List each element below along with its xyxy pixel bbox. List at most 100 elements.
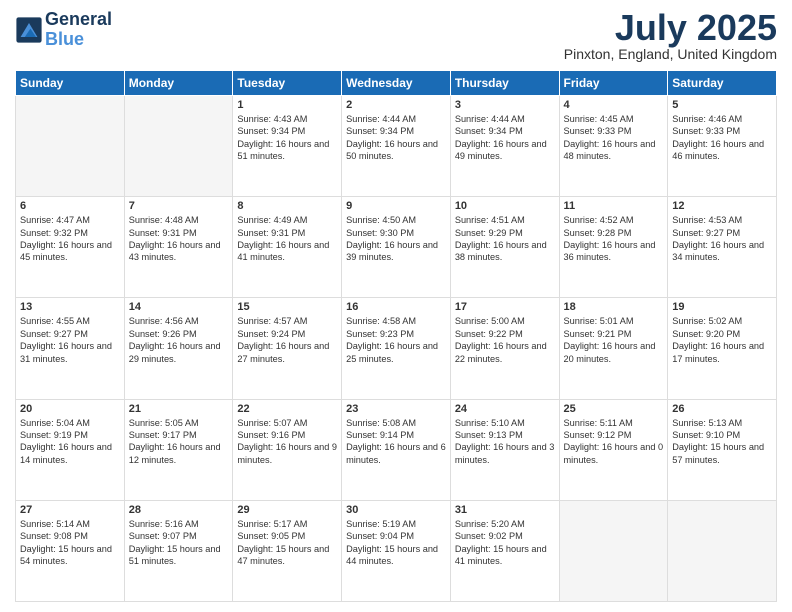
cell-info: Sunrise: 4:44 AM Sunset: 9:34 PM Dayligh… [455, 113, 555, 163]
cell-info: Sunrise: 4:46 AM Sunset: 9:33 PM Dayligh… [672, 113, 772, 163]
cell-info: Sunrise: 5:17 AM Sunset: 9:05 PM Dayligh… [237, 518, 337, 568]
page: General Blue July 2025 Pinxton, England,… [0, 0, 792, 612]
calendar-cell: 26 Sunrise: 5:13 AM Sunset: 9:10 PM Dayli… [668, 399, 777, 500]
calendar-cell: 20Sunrise: 5:04 AM Sunset: 9:19 PM Dayli… [16, 399, 125, 500]
logo-line1: General [45, 10, 112, 30]
cell-info: Sunrise: 5:10 AM Sunset: 9:13 PM Dayligh… [455, 417, 555, 467]
calendar-cell: 16 Sunrise: 4:58 AM Sunset: 9:23 PM Dayli… [342, 298, 451, 399]
cell-info: Sunrise: 5:14 AM Sunset: 9:08 PM Dayligh… [20, 518, 120, 568]
calendar-cell: 10 Sunrise: 4:51 AM Sunset: 9:29 PM Dayli… [450, 197, 559, 298]
day-number: 24 [455, 403, 555, 415]
calendar-cell: 7 Sunrise: 4:48 AM Sunset: 9:31 PM Daylig… [124, 197, 233, 298]
calendar-cell: 21 Sunrise: 5:05 AM Sunset: 9:17 PM Dayli… [124, 399, 233, 500]
cell-info: Sunrise: 5:02 AM Sunset: 9:20 PM Dayligh… [672, 315, 772, 365]
day-number: 3 [455, 99, 555, 111]
calendar-cell: 22 Sunrise: 5:07 AM Sunset: 9:16 PM Dayli… [233, 399, 342, 500]
logo-line2: Blue [45, 29, 84, 49]
calendar-cell: 5 Sunrise: 4:46 AM Sunset: 9:33 PM Daylig… [668, 96, 777, 197]
cell-info: Sunrise: 4:52 AM Sunset: 9:28 PM Dayligh… [564, 214, 664, 264]
cell-info: Sunrise: 4:50 AM Sunset: 9:30 PM Dayligh… [346, 214, 446, 264]
calendar-cell: 18 Sunrise: 5:01 AM Sunset: 9:21 PM Dayli… [559, 298, 668, 399]
cell-info: Sunrise: 5:16 AM Sunset: 9:07 PM Dayligh… [129, 518, 229, 568]
cell-info: Sunrise: 5:05 AM Sunset: 9:17 PM Dayligh… [129, 417, 229, 467]
cell-info: Sunrise: 4:51 AM Sunset: 9:29 PM Dayligh… [455, 214, 555, 264]
calendar-cell: 24 Sunrise: 5:10 AM Sunset: 9:13 PM Dayli… [450, 399, 559, 500]
day-number: 16 [346, 301, 446, 313]
day-number: 5 [672, 99, 772, 111]
day-number: 8 [237, 200, 337, 212]
calendar-cell: 15Sunrise: 4:57 AM Sunset: 9:24 PM Dayli… [233, 298, 342, 399]
cell-info: Sunrise: 5:00 AM Sunset: 9:22 PM Dayligh… [455, 315, 555, 365]
cell-info: Sunrise: 5:13 AM Sunset: 9:10 PM Dayligh… [672, 417, 772, 467]
day-header-sunday: Sunday [16, 71, 125, 96]
calendar-cell: 28 Sunrise: 5:16 AM Sunset: 9:07 PM Dayli… [124, 500, 233, 601]
cell-info: Sunrise: 5:20 AM Sunset: 9:02 PM Dayligh… [455, 518, 555, 568]
day-header-monday: Monday [124, 71, 233, 96]
day-header-thursday: Thursday [450, 71, 559, 96]
day-number: 7 [129, 200, 229, 212]
calendar-cell: 2Sunrise: 4:44 AM Sunset: 9:34 PM Daylig… [342, 96, 451, 197]
calendar-cell: 4Sunrise: 4:45 AM Sunset: 9:33 PM Daylig… [559, 96, 668, 197]
calendar-cell [16, 96, 125, 197]
day-number: 30 [346, 504, 446, 516]
calendar-cell: 1Sunrise: 4:43 AM Sunset: 9:34 PM Daylig… [233, 96, 342, 197]
calendar-cell: 12Sunrise: 4:53 AM Sunset: 9:27 PM Dayli… [668, 197, 777, 298]
day-number: 10 [455, 200, 555, 212]
calendar-cell: 17 Sunrise: 5:00 AM Sunset: 9:22 PM Dayli… [450, 298, 559, 399]
calendar-cell: 14Sunrise: 4:56 AM Sunset: 9:26 PM Dayli… [124, 298, 233, 399]
day-number: 22 [237, 403, 337, 415]
calendar-cell: 13 Sunrise: 4:55 AM Sunset: 9:27 PM Dayli… [16, 298, 125, 399]
calendar-table: SundayMondayTuesdayWednesdayThursdayFrid… [15, 70, 777, 602]
calendar-week-2: 6 Sunrise: 4:47 AM Sunset: 9:32 PM Daylig… [16, 197, 777, 298]
location-subtitle: Pinxton, England, United Kingdom [564, 46, 777, 62]
day-number: 1 [237, 99, 337, 111]
day-number: 27 [20, 504, 120, 516]
calendar-cell [124, 96, 233, 197]
day-number: 23 [346, 403, 446, 415]
day-number: 25 [564, 403, 664, 415]
cell-info: Sunrise: 5:01 AM Sunset: 9:21 PM Dayligh… [564, 315, 664, 365]
day-number: 2 [346, 99, 446, 111]
calendar-week-1: 1Sunrise: 4:43 AM Sunset: 9:34 PM Daylig… [16, 96, 777, 197]
calendar-cell: 25 Sunrise: 5:11 AM Sunset: 9:12 PM Dayli… [559, 399, 668, 500]
cell-info: Sunrise: 4:47 AM Sunset: 9:32 PM Dayligh… [20, 214, 120, 264]
month-title: July 2025 [564, 10, 777, 46]
cell-info: Sunrise: 4:56 AM Sunset: 9:26 PM Dayligh… [129, 315, 229, 365]
cell-info: Sunrise: 4:45 AM Sunset: 9:33 PM Dayligh… [564, 113, 664, 163]
day-number: 31 [455, 504, 555, 516]
day-number: 28 [129, 504, 229, 516]
day-header-saturday: Saturday [668, 71, 777, 96]
calendar-cell: 8Sunrise: 4:49 AM Sunset: 9:31 PM Daylig… [233, 197, 342, 298]
day-number: 12 [672, 200, 772, 212]
title-block: July 2025 Pinxton, England, United Kingd… [564, 10, 777, 62]
cell-info: Sunrise: 5:08 AM Sunset: 9:14 PM Dayligh… [346, 417, 446, 467]
header: General Blue July 2025 Pinxton, England,… [15, 10, 777, 62]
day-number: 20 [20, 403, 120, 415]
calendar-cell: 30 Sunrise: 5:19 AM Sunset: 9:04 PM Dayli… [342, 500, 451, 601]
cell-info: Sunrise: 5:11 AM Sunset: 9:12 PM Dayligh… [564, 417, 664, 467]
calendar-cell [668, 500, 777, 601]
day-header-wednesday: Wednesday [342, 71, 451, 96]
day-number: 21 [129, 403, 229, 415]
day-header-tuesday: Tuesday [233, 71, 342, 96]
cell-info: Sunrise: 5:19 AM Sunset: 9:04 PM Dayligh… [346, 518, 446, 568]
day-number: 26 [672, 403, 772, 415]
calendar-cell: 19Sunrise: 5:02 AM Sunset: 9:20 PM Dayli… [668, 298, 777, 399]
day-header-friday: Friday [559, 71, 668, 96]
cell-info: Sunrise: 4:55 AM Sunset: 9:27 PM Dayligh… [20, 315, 120, 365]
cell-info: Sunrise: 4:48 AM Sunset: 9:31 PM Dayligh… [129, 214, 229, 264]
cell-info: Sunrise: 5:07 AM Sunset: 9:16 PM Dayligh… [237, 417, 337, 467]
day-number: 29 [237, 504, 337, 516]
cell-info: Sunrise: 4:58 AM Sunset: 9:23 PM Dayligh… [346, 315, 446, 365]
calendar-cell: 27 Sunrise: 5:14 AM Sunset: 9:08 PM Dayli… [16, 500, 125, 601]
calendar-cell: 23 Sunrise: 5:08 AM Sunset: 9:14 PM Dayli… [342, 399, 451, 500]
day-number: 13 [20, 301, 120, 313]
logo-icon [15, 16, 43, 44]
calendar-cell: 31 Sunrise: 5:20 AM Sunset: 9:02 PM Dayli… [450, 500, 559, 601]
calendar-cell: 9Sunrise: 4:50 AM Sunset: 9:30 PM Daylig… [342, 197, 451, 298]
calendar-header-row: SundayMondayTuesdayWednesdayThursdayFrid… [16, 71, 777, 96]
day-number: 18 [564, 301, 664, 313]
day-number: 17 [455, 301, 555, 313]
day-number: 6 [20, 200, 120, 212]
cell-info: Sunrise: 4:57 AM Sunset: 9:24 PM Dayligh… [237, 315, 337, 365]
